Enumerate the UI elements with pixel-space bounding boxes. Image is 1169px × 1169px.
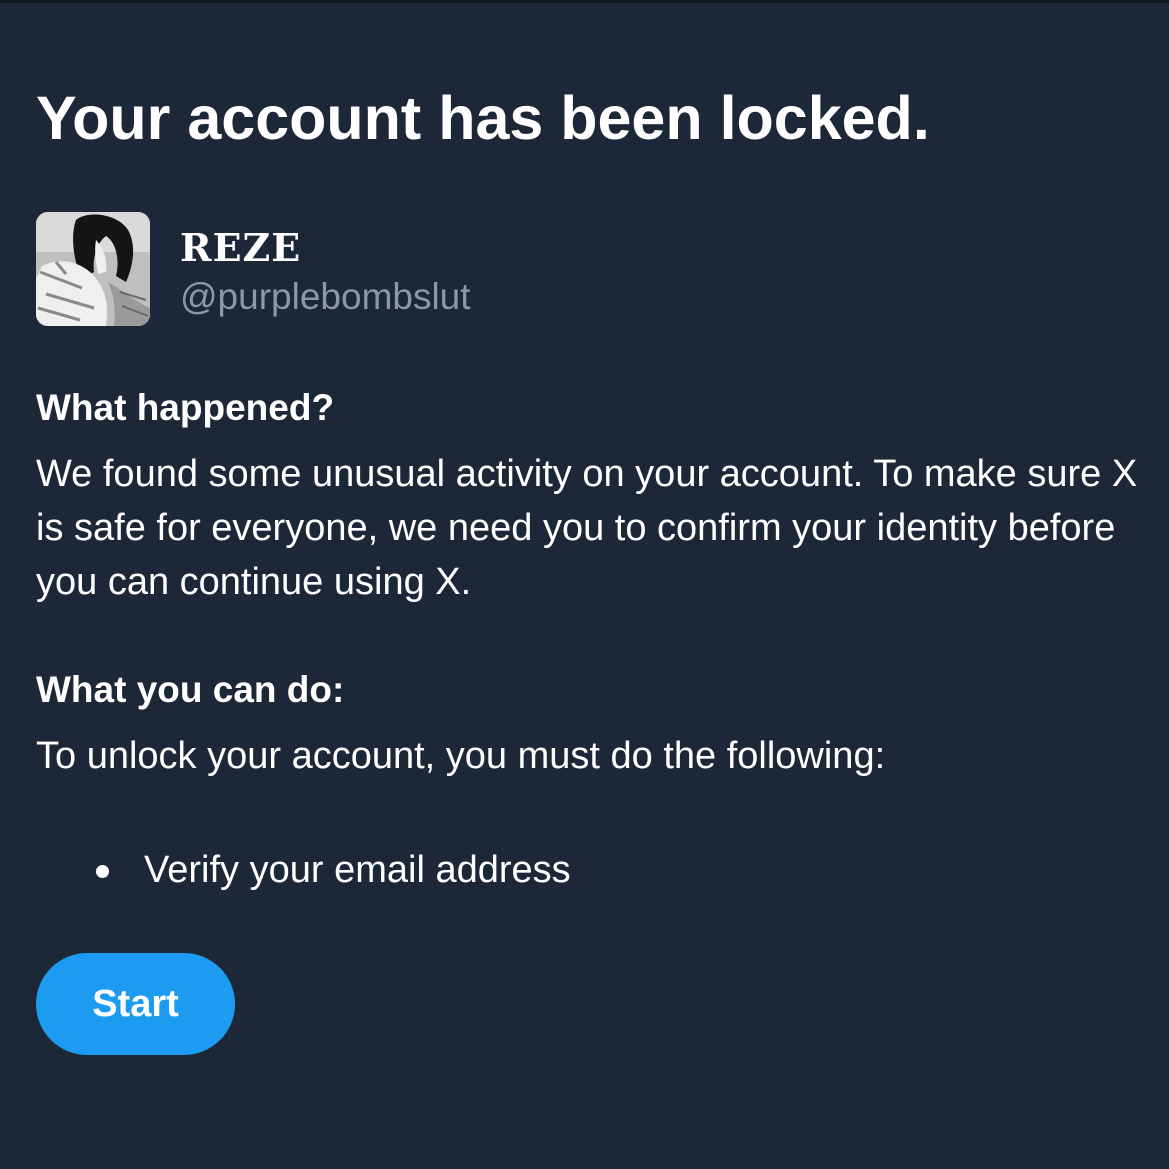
avatar-image [36, 212, 150, 326]
list-item: Verify your email address [36, 843, 571, 897]
what-you-can-do-heading: What you can do: [36, 669, 345, 710]
list-item-label: Verify your email address [144, 849, 571, 891]
unlock-steps-list: Verify your email address [36, 843, 571, 897]
display-name: REZE [180, 225, 302, 270]
unlock-instructions: To unlock your account, you must do the … [36, 735, 886, 777]
page-title: Your account has been locked. [36, 84, 930, 152]
start-button[interactable]: Start [36, 953, 235, 1055]
account-handle: @purplebombslut [180, 276, 471, 317]
what-happened-text: We found some unusual activity on your a… [36, 453, 1138, 603]
top-edge-divider [0, 0, 1169, 3]
avatar [36, 212, 150, 326]
account-profile: REZE @purplebombslut [36, 212, 736, 326]
what-happened-heading: What happened? [36, 387, 335, 428]
bullet-icon [96, 865, 109, 878]
